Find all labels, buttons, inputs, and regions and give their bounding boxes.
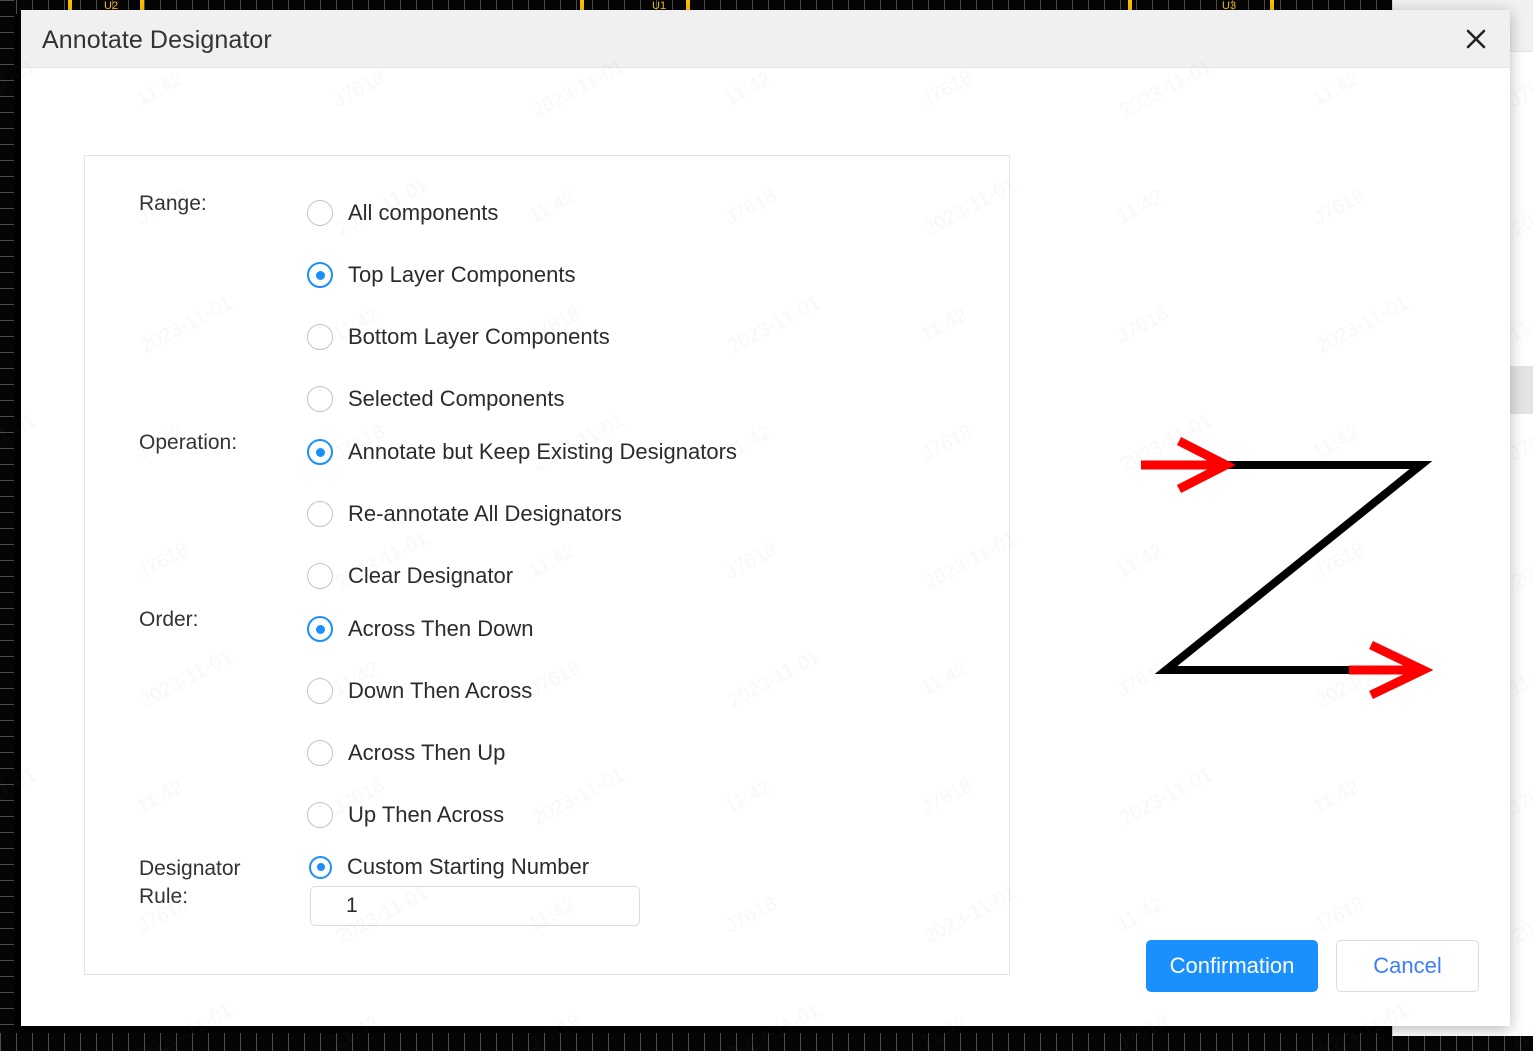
radio-bottom-layer-components[interactable]: Bottom Layer Components [307, 306, 610, 368]
radio-label: Annotate but Keep Existing Designators [348, 439, 737, 464]
radio-label: Across Then Up [348, 740, 506, 765]
radio-icon[interactable] [307, 802, 333, 828]
order-radio-group[interactable]: Across Then Down Down Then Across Across… [307, 598, 533, 846]
radio-custom-starting-number[interactable]: Custom Starting Number [309, 847, 589, 887]
radio-icon-selected[interactable] [307, 616, 333, 642]
radio-icon[interactable] [307, 386, 333, 412]
radio-across-then-down[interactable]: Across Then Down [307, 598, 533, 660]
radio-icon-selected[interactable] [307, 262, 333, 288]
radio-label: Top Layer Components [348, 262, 576, 287]
radio-icon-selected[interactable] [309, 855, 332, 879]
radio-across-then-up[interactable]: Across Then Up [307, 722, 533, 784]
designator-rule-label: Designator Rule: [139, 857, 241, 908]
operation-radio-group[interactable]: Annotate but Keep Existing Designators R… [307, 421, 737, 607]
radio-all-components[interactable]: All components [307, 182, 610, 244]
range-label: Range: [139, 192, 207, 215]
radio-icon[interactable] [307, 740, 333, 766]
radio-top-layer-components[interactable]: Top Layer Components [307, 244, 610, 306]
radio-reannotate-all[interactable]: Re-annotate All Designators [307, 483, 737, 545]
dialog-body: Range: All components Top Layer Componen… [21, 68, 1510, 1026]
annotate-designator-dialog: Annotate Designator Range: All component… [21, 10, 1510, 1026]
radio-icon[interactable] [307, 563, 333, 589]
radio-label: All components [348, 200, 499, 225]
confirmation-button[interactable]: Confirmation [1146, 940, 1318, 992]
dialog-header: Annotate Designator [21, 10, 1510, 68]
radio-icon[interactable] [307, 200, 333, 226]
radio-up-then-across[interactable]: Up Then Across [307, 784, 533, 846]
radio-label: Re-annotate All Designators [348, 501, 622, 526]
dialog-footer: Confirmation Cancel [1146, 940, 1479, 992]
cancel-button[interactable]: Cancel [1336, 940, 1479, 992]
designator-rule-radio-group[interactable]: Custom Starting Number [309, 847, 589, 887]
radio-icon[interactable] [307, 501, 333, 527]
radio-down-then-across[interactable]: Down Then Across [307, 660, 533, 722]
close-icon[interactable] [1456, 20, 1496, 58]
ruler-bottom [0, 1033, 1533, 1051]
radio-icon[interactable] [307, 678, 333, 704]
radio-label: Clear Designator [348, 563, 514, 588]
range-radio-group[interactable]: All components Top Layer Components Bott… [307, 182, 610, 430]
ruler-left-ticks [0, 0, 14, 1051]
screen: U2 U1 U3 Unit pe ric ric ze siz p n rac … [0, 0, 1533, 1051]
radio-label: Down Then Across [348, 678, 533, 703]
radio-label: Up Then Across [348, 802, 505, 827]
operation-label: Operation: [139, 431, 238, 454]
dialog-title: Annotate Designator [42, 26, 272, 54]
radio-label: Bottom Layer Components [348, 324, 610, 349]
order-label: Order: [139, 608, 199, 631]
radio-label: Custom Starting Number [347, 854, 590, 879]
radio-label: Across Then Down [348, 616, 534, 641]
starting-number-input[interactable] [310, 886, 640, 926]
radio-icon[interactable] [307, 324, 333, 350]
radio-icon-selected[interactable] [307, 439, 333, 465]
across-then-down-diagram [1131, 423, 1451, 713]
ruler-left [0, 0, 14, 1051]
radio-label: Selected Components [348, 386, 565, 411]
ruler-bottom-ticks [0, 1033, 1533, 1051]
radio-annotate-keep-existing[interactable]: Annotate but Keep Existing Designators [307, 421, 737, 483]
